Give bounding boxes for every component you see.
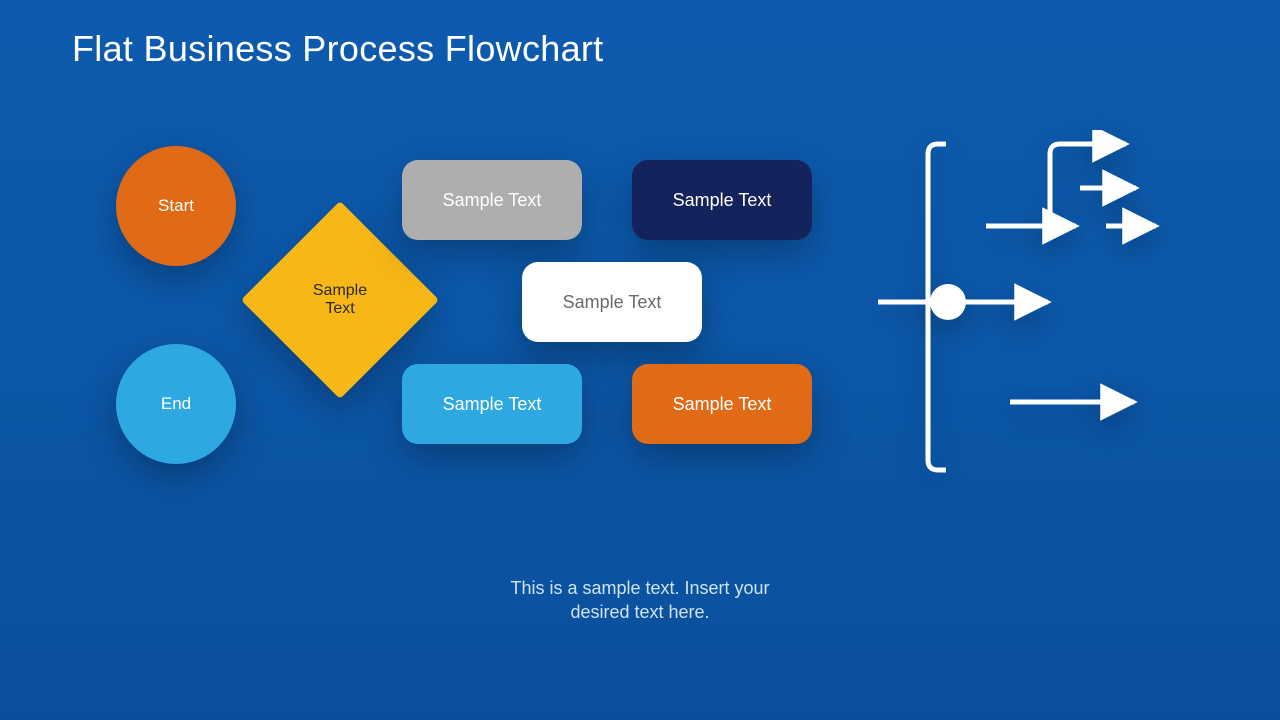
slide-caption: This is a sample text. Insert yourdesire… — [0, 576, 1280, 625]
terminator-end: End — [116, 344, 236, 464]
terminator-start: Start — [116, 146, 236, 266]
slide-title: Flat Business Process Flowchart — [72, 28, 603, 70]
decision-node: SampleText — [270, 230, 410, 370]
process-white: Sample Text — [522, 262, 702, 342]
process-navy-label: Sample Text — [673, 190, 772, 211]
process-orange-label: Sample Text — [673, 394, 772, 415]
process-lightblue: Sample Text — [402, 364, 582, 444]
decision-label: SampleText — [270, 230, 410, 370]
process-gray-label: Sample Text — [443, 190, 542, 211]
terminator-start-label: Start — [158, 196, 194, 216]
slide-canvas: Flat Business Process Flowchart Start En… — [0, 0, 1280, 720]
process-gray: Sample Text — [402, 160, 582, 240]
process-lightblue-label: Sample Text — [443, 394, 542, 415]
connector-cluster — [858, 130, 1238, 490]
process-navy: Sample Text — [632, 160, 812, 240]
process-white-label: Sample Text — [563, 292, 662, 313]
terminator-end-label: End — [161, 394, 191, 414]
process-orange: Sample Text — [632, 364, 812, 444]
